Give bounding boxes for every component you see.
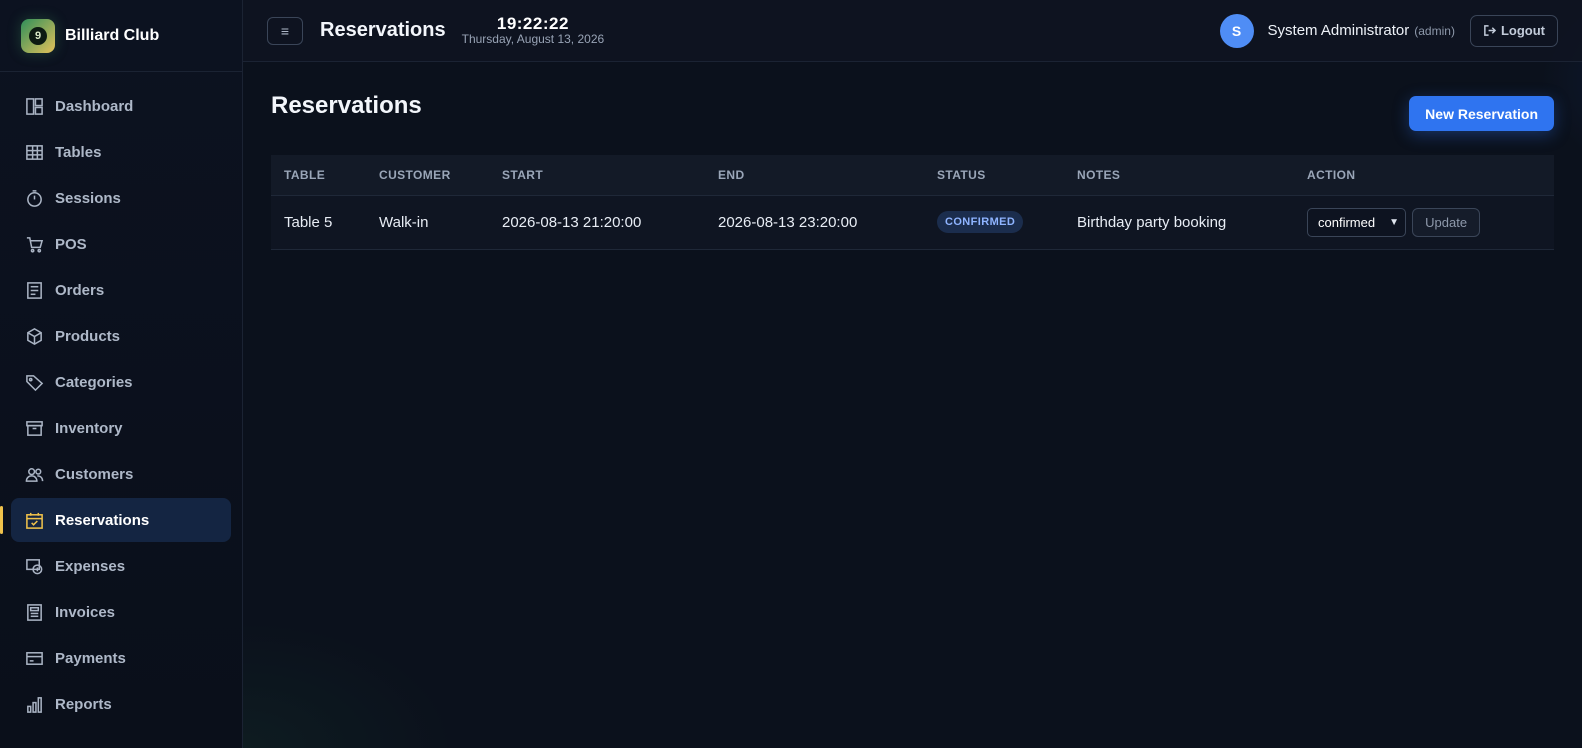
sidebar-item-label: Reports [55,695,112,713]
sidebar-item-orders[interactable]: Orders [11,268,231,312]
sidebar-item-invoices[interactable]: Invoices [11,590,231,634]
sidebar-item-label: Tables [55,143,102,161]
cell-customer: Walk-in [379,213,429,231]
sidebar-item-categories[interactable]: Categories [11,360,231,404]
column-header-table[interactable]: TABLE [271,155,366,196]
status-badge: CONFIRMED [937,211,1024,233]
clock: 19:22:22 Thursday, August 13, 2026 [462,15,605,46]
update-button[interactable]: Update [1412,207,1481,237]
sidebar-item-label: POS [55,235,87,253]
tag-icon [24,372,44,392]
logout-label: Logout [1500,23,1545,38]
sidebar-item-pos[interactable]: POS [11,222,231,266]
user-role: (admin) [1414,23,1455,38]
topbar-title: Reservations [320,19,446,41]
logo-glyph: 9 [29,26,47,45]
sidebar-item-label: Inventory [55,419,123,437]
column-header-start[interactable]: START [489,155,705,196]
sidebar-item-inventory[interactable]: Inventory [11,406,231,450]
table-header: TABLE CUSTOMER START END STATUS NOTES AC… [271,155,1554,196]
new-reservation-button[interactable]: New Reservation [1409,96,1554,131]
bar-chart-icon [24,694,44,714]
user-area: S System Administrator (admin) Logout [1219,13,1558,48]
dashboard-icon [24,96,44,116]
sidebar: 9 Billiard Club Dashboard Tables Session… [0,0,243,748]
tables-icon [24,142,44,162]
sidebar-item-tables[interactable]: Tables [11,130,231,174]
sidebar-item-label: Invoices [55,603,116,621]
box-icon [24,326,44,346]
sidebar-item-payments[interactable]: Payments [11,636,231,680]
sidebar-item-label: Payments [55,649,126,667]
table-row[interactable]: Table 5 Walk-in 2026-08-13 21:20:00 2026… [271,195,1554,249]
cell-end: 2026-08-13 23:20:00 [718,213,858,231]
sidebar-item-dashboard[interactable]: Dashboard [11,84,231,128]
cell-action: confirmed ▼ Update [1294,195,1554,249]
cell-table: Table 5 [284,213,333,231]
page-header: Reservations New Reservation [271,62,1554,155]
invoice-icon [24,602,44,622]
cash-icon [24,556,44,576]
sidebar-item-sessions[interactable]: Sessions [11,176,231,220]
avatar[interactable]: S [1219,13,1254,48]
topbar: ≡ Reservations 19:22:22 Thursday, August… [243,0,1582,62]
column-header-status[interactable]: STATUS [924,155,1064,196]
main-area: ≡ Reservations 19:22:22 Thursday, August… [243,0,1582,748]
clock-date: Thursday, August 13, 2026 [461,32,605,46]
sidebar-item-expenses[interactable]: Expenses [11,544,231,588]
cell-notes: Birthday party booking [1077,213,1227,231]
column-header-end[interactable]: END [705,155,924,196]
calendar-check-icon [24,510,44,530]
receipt-icon [24,280,44,300]
content: Reservations New Reservation TABLE CUSTO… [243,62,1582,250]
stopwatch-icon [24,188,44,208]
column-header-notes[interactable]: NOTES [1064,155,1294,196]
sidebar-item-products[interactable]: Products [11,314,231,358]
menu-toggle-button[interactable]: ≡ [267,16,303,45]
sidebar-item-reports[interactable]: Reports [11,682,231,726]
hamburger-icon: ≡ [280,22,290,39]
sidebar-item-label: Sessions [55,189,121,207]
clock-time: 19:22:22 [496,14,569,33]
card-icon [24,648,44,668]
logout-icon [1484,25,1496,36]
column-header-customer[interactable]: CUSTOMER [366,155,489,196]
sidebar-item-label: Reservations [55,511,150,529]
sidebar-item-label: Products [55,327,121,345]
brand[interactable]: 9 Billiard Club [0,0,242,72]
users-icon [24,464,44,484]
sidebar-item-label: Orders [55,281,105,299]
status-select-value: confirmed [1318,214,1376,230]
archive-icon [24,418,44,438]
page-title: Reservations [271,92,422,119]
sidebar-item-label: Customers [55,465,134,483]
cart-icon [24,234,44,254]
cell-start: 2026-08-13 21:20:00 [502,213,642,231]
column-header-action: ACTION [1294,155,1554,196]
chevron-down-icon: ▼ [1389,216,1399,228]
brand-name: Billiard Club [65,26,160,44]
sidebar-item-label: Categories [55,373,133,391]
user-name: System Administrator [1267,22,1410,39]
status-select[interactable]: confirmed ▼ [1307,207,1406,237]
cell-status: CONFIRMED [924,195,1064,249]
sidebar-nav: Dashboard Tables Sessions POS Orders Pro… [0,72,242,726]
sidebar-item-label: Dashboard [55,97,134,115]
sidebar-item-customers[interactable]: Customers [11,452,231,496]
sidebar-item-label: Expenses [55,557,126,575]
reservations-table: TABLE CUSTOMER START END STATUS NOTES AC… [271,155,1554,250]
logout-button[interactable]: Logout [1469,14,1558,47]
billiard-ball-logo-icon: 9 [21,18,55,53]
active-indicator [0,506,3,534]
sidebar-item-reservations[interactable]: Reservations [0,498,231,542]
